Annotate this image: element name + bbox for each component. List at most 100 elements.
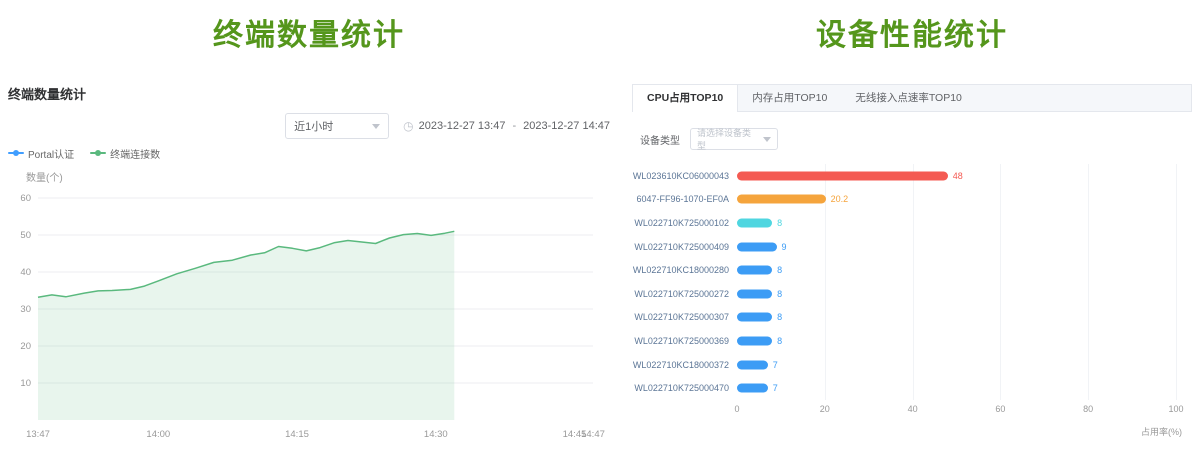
date-separator: - bbox=[510, 120, 518, 132]
y-tick-label: 30 bbox=[20, 304, 31, 315]
chevron-down-icon bbox=[763, 137, 771, 142]
bar-track: 7 bbox=[737, 376, 1176, 400]
bar-row-9: WL022710K725000470 7 bbox=[632, 376, 1192, 400]
legend-label: 终端连接数 bbox=[110, 146, 160, 161]
line-chart-legend: Portal认证 终端连接数 bbox=[8, 145, 610, 161]
x-tick-label: 20 bbox=[820, 404, 830, 414]
x-tick-label: 40 bbox=[908, 404, 918, 414]
bar-chart-x-axis: 020406080100 bbox=[737, 404, 1176, 418]
bar-row-3: WL022710K725000409 9 bbox=[632, 235, 1192, 259]
device-name-label[interactable]: WL022710K725000307 bbox=[632, 312, 729, 322]
x-tick-label: 14:30 bbox=[424, 429, 448, 440]
cpu-top10-bar-chart: WL023610KC06000043 48 6047-FF96-1070-EF0A 2… bbox=[632, 164, 1192, 440]
date-range-picker[interactable]: ◷ 2023-12-27 13:47 - 2023-12-27 14:47 bbox=[403, 113, 610, 139]
bar-row-0: WL023610KC06000043 48 bbox=[632, 164, 1192, 188]
dashboard: 终端数量统计 终端数量统计 近1小时 ◷ 2023-12-27 13:47 - … bbox=[0, 0, 1200, 456]
bar-value-label: 7 bbox=[773, 383, 778, 393]
chevron-down-icon bbox=[372, 124, 380, 129]
x-tick-label: 13:47 bbox=[26, 429, 50, 440]
device-name-label[interactable]: WL023610KC06000043 bbox=[632, 171, 729, 181]
bar-value-label: 7 bbox=[773, 360, 778, 370]
bar-value-label: 8 bbox=[777, 312, 782, 322]
bar[interactable] bbox=[737, 336, 772, 345]
bar-track: 8 bbox=[737, 306, 1176, 330]
bar[interactable] bbox=[737, 289, 772, 298]
legend-label: Portal认证 bbox=[28, 146, 74, 161]
y-tick-label: 40 bbox=[20, 267, 31, 278]
device-perf-section: 设备性能统计 CPU占用TOP10内存占用TOP10无线接入点速率TOP10 设… bbox=[620, 0, 1200, 456]
bar-track: 8 bbox=[737, 258, 1176, 282]
bar[interactable] bbox=[737, 171, 948, 180]
y-tick-label: 20 bbox=[20, 341, 31, 352]
device-name-label[interactable]: WL022710KC18000372 bbox=[632, 360, 729, 370]
y-tick-label: 60 bbox=[20, 193, 31, 204]
device-name-label[interactable]: WL022710KC18000280 bbox=[632, 265, 729, 275]
device-name-label[interactable]: WL022710K725000102 bbox=[632, 218, 729, 228]
y-tick-label: 10 bbox=[20, 378, 31, 389]
chart-controls: 近1小时 ◷ 2023-12-27 13:47 - 2023-12-27 14:… bbox=[8, 113, 610, 139]
y-tick-label: 50 bbox=[20, 230, 31, 241]
bar-value-label: 8 bbox=[777, 218, 782, 228]
bar[interactable] bbox=[737, 266, 772, 275]
bar-row-2: WL022710K725000102 8 bbox=[632, 211, 1192, 235]
bar-chart-rows: WL023610KC06000043 48 6047-FF96-1070-EF0A 2… bbox=[632, 164, 1192, 400]
tab-0[interactable]: CPU占用TOP10 bbox=[633, 85, 738, 112]
x-tick-label: 14:47 bbox=[581, 429, 605, 440]
tab-2[interactable]: 无线接入点速率TOP10 bbox=[841, 85, 976, 111]
terminal-section-title: 终端数量统计 bbox=[8, 10, 610, 48]
bar-value-label: 9 bbox=[782, 242, 787, 252]
legend-item-0[interactable]: Portal认证 bbox=[8, 146, 74, 161]
bar[interactable] bbox=[737, 313, 772, 322]
bar-value-label: 8 bbox=[777, 289, 782, 299]
bar-value-label: 20.2 bbox=[831, 194, 849, 204]
x-tick-label: 100 bbox=[1168, 404, 1183, 414]
bar-track: 8 bbox=[737, 282, 1176, 306]
bar-track: 9 bbox=[737, 235, 1176, 259]
device-name-label[interactable]: 6047-FF96-1070-EF0A bbox=[632, 194, 729, 204]
legend-marker-icon bbox=[90, 149, 106, 157]
x-axis-name: 占用率(%) bbox=[1141, 425, 1182, 438]
terminal-line-chart: 10203040506013:4714:0014:1514:3014:4514:… bbox=[8, 186, 608, 444]
device-type-filter: 设备类型 请选择设备类型 bbox=[632, 128, 1192, 150]
bar-row-7: WL022710K725000369 8 bbox=[632, 329, 1192, 353]
x-tick-label: 14:00 bbox=[146, 429, 170, 440]
bar-value-label: 8 bbox=[777, 265, 782, 275]
area-fill bbox=[38, 231, 454, 420]
bar-row-6: WL022710K725000307 8 bbox=[632, 306, 1192, 330]
bar-track: 48 bbox=[737, 164, 1176, 188]
device-name-label[interactable]: WL022710K725000470 bbox=[632, 383, 729, 393]
top10-tabs: CPU占用TOP10内存占用TOP10无线接入点速率TOP10 bbox=[632, 84, 1192, 112]
bar[interactable] bbox=[737, 195, 826, 204]
x-tick-label: 80 bbox=[1083, 404, 1093, 414]
time-range-value: 近1小时 bbox=[294, 118, 333, 134]
tab-1[interactable]: 内存占用TOP10 bbox=[738, 85, 841, 111]
legend-marker-icon bbox=[8, 149, 24, 157]
bar[interactable] bbox=[737, 360, 768, 369]
bar-row-5: WL022710K725000272 8 bbox=[632, 282, 1192, 306]
x-tick-label: 0 bbox=[734, 404, 739, 414]
bar[interactable] bbox=[737, 242, 777, 251]
bar[interactable] bbox=[737, 384, 768, 393]
bar-row-8: WL022710KC18000372 7 bbox=[632, 353, 1192, 377]
bar-track: 8 bbox=[737, 211, 1176, 235]
device-type-label: 设备类型 bbox=[640, 132, 680, 147]
bar-value-label: 8 bbox=[777, 336, 782, 346]
device-section-title: 设备性能统计 bbox=[632, 10, 1192, 48]
date-end-value: 2023-12-27 14:47 bbox=[523, 120, 610, 132]
device-type-select[interactable]: 请选择设备类型 bbox=[690, 128, 778, 150]
terminal-stats-section: 终端数量统计 终端数量统计 近1小时 ◷ 2023-12-27 13:47 - … bbox=[0, 0, 620, 456]
bar[interactable] bbox=[737, 218, 772, 227]
bar-value-label: 48 bbox=[953, 171, 963, 181]
device-type-placeholder: 请选择设备类型 bbox=[697, 126, 757, 152]
legend-item-1[interactable]: 终端连接数 bbox=[90, 146, 160, 161]
device-name-label[interactable]: WL022710K725000409 bbox=[632, 242, 729, 252]
bar-track: 8 bbox=[737, 329, 1176, 353]
device-name-label[interactable]: WL022710K725000272 bbox=[632, 289, 729, 299]
terminal-panel-title: 终端数量统计 bbox=[8, 84, 610, 103]
y-axis-name: 数量(个) bbox=[26, 169, 610, 184]
time-range-select[interactable]: 近1小时 bbox=[285, 113, 389, 139]
device-name-label[interactable]: WL022710K725000369 bbox=[632, 336, 729, 346]
date-start-value: 2023-12-27 13:47 bbox=[419, 120, 506, 132]
bar-track: 7 bbox=[737, 353, 1176, 377]
bar-row-4: WL022710KC18000280 8 bbox=[632, 258, 1192, 282]
